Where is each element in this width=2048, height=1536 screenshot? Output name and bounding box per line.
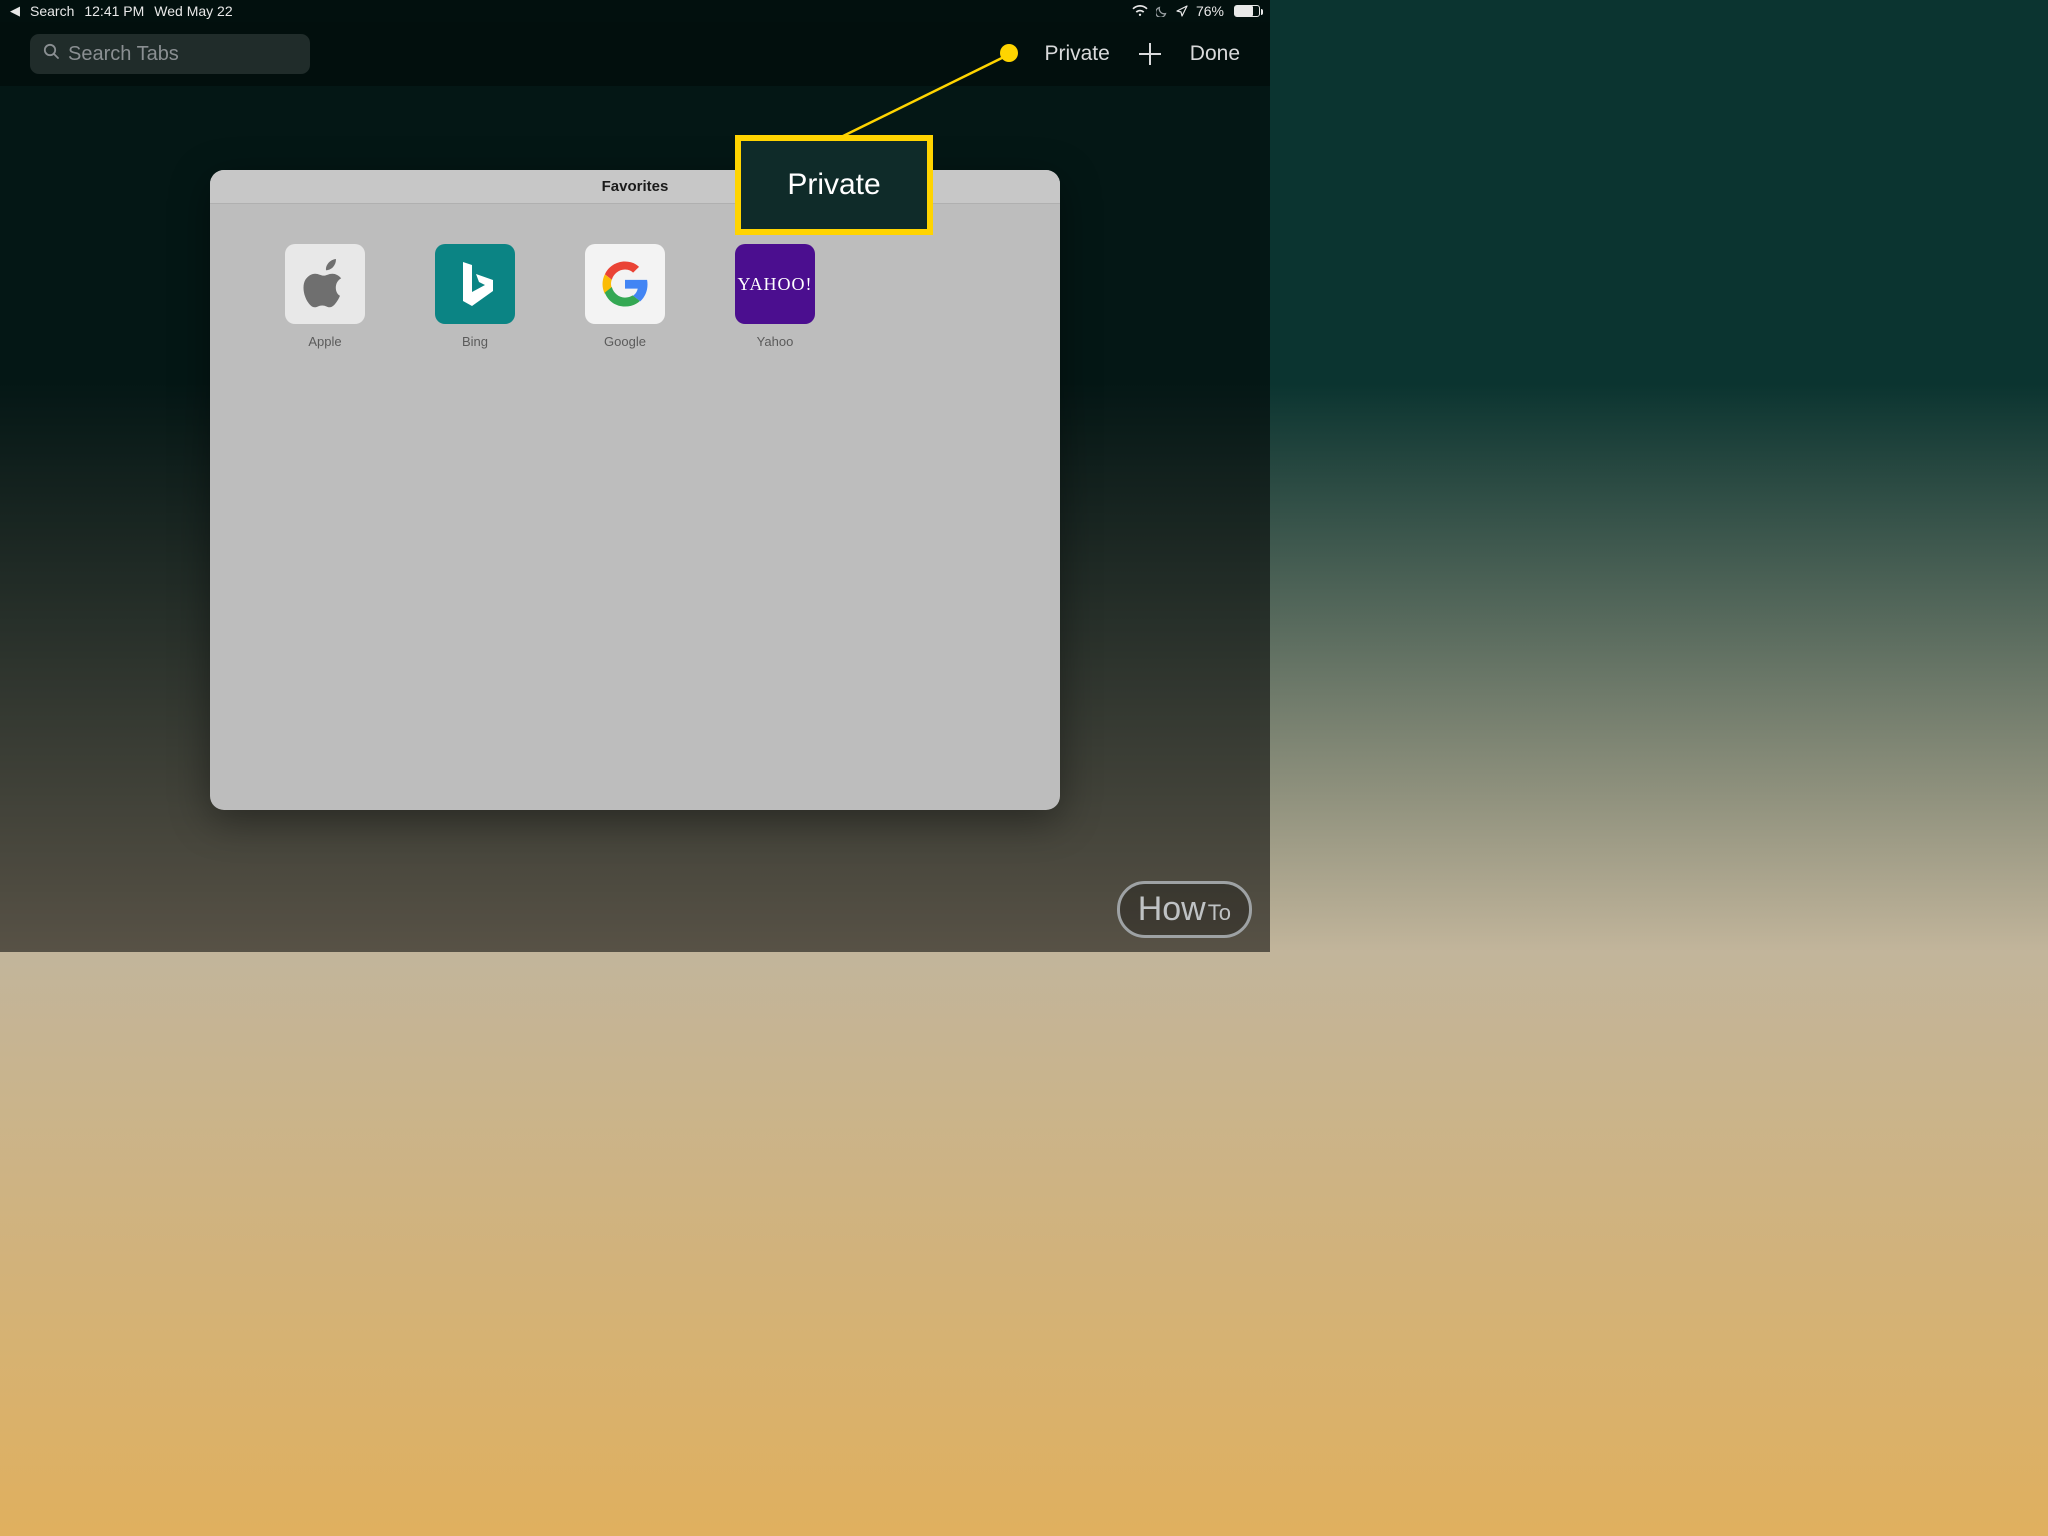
do-not-disturb-icon	[1156, 5, 1168, 17]
favorites-card: Favorites Apple Bing Google	[210, 170, 1060, 810]
favorite-apple[interactable]: Apple	[280, 244, 370, 349]
favorite-label: Yahoo	[757, 334, 794, 349]
annotation-callout-text: Private	[787, 168, 880, 202]
private-toggle[interactable]: Private	[1044, 42, 1109, 66]
favorite-bing[interactable]: Bing	[430, 244, 520, 349]
annotation-dot	[1000, 44, 1018, 62]
back-app-label[interactable]: Search	[30, 3, 74, 19]
status-bar: ◀ Search 12:41 PM Wed May 22 76%	[0, 0, 1270, 22]
howto-to: To	[1208, 900, 1231, 926]
done-button[interactable]: Done	[1190, 42, 1240, 66]
battery-percent: 76%	[1196, 3, 1224, 19]
search-tabs-input[interactable]	[68, 43, 298, 66]
howto-how: How	[1138, 890, 1206, 929]
battery-icon	[1234, 5, 1260, 17]
favorite-label: Apple	[308, 334, 341, 349]
status-time: 12:41 PM	[84, 3, 144, 19]
howto-watermark: How To	[1117, 881, 1252, 938]
favorite-label: Google	[604, 334, 646, 349]
new-tab-button[interactable]	[1136, 40, 1164, 68]
wifi-icon	[1132, 5, 1148, 17]
tabs-toolbar: Private Done	[0, 22, 1270, 86]
status-date: Wed May 22	[154, 3, 232, 19]
location-icon	[1176, 5, 1188, 17]
apple-icon	[285, 244, 365, 324]
annotation-callout: Private	[735, 135, 933, 235]
favorite-yahoo[interactable]: YAHOO! Yahoo	[730, 244, 820, 349]
yahoo-icon: YAHOO!	[735, 244, 815, 324]
search-icon	[42, 42, 60, 66]
back-caret-icon[interactable]: ◀	[10, 3, 20, 19]
google-icon	[585, 244, 665, 324]
search-tabs-field[interactable]	[30, 34, 310, 74]
bing-icon	[435, 244, 515, 324]
favorite-google[interactable]: Google	[580, 244, 670, 349]
favorite-label: Bing	[462, 334, 488, 349]
